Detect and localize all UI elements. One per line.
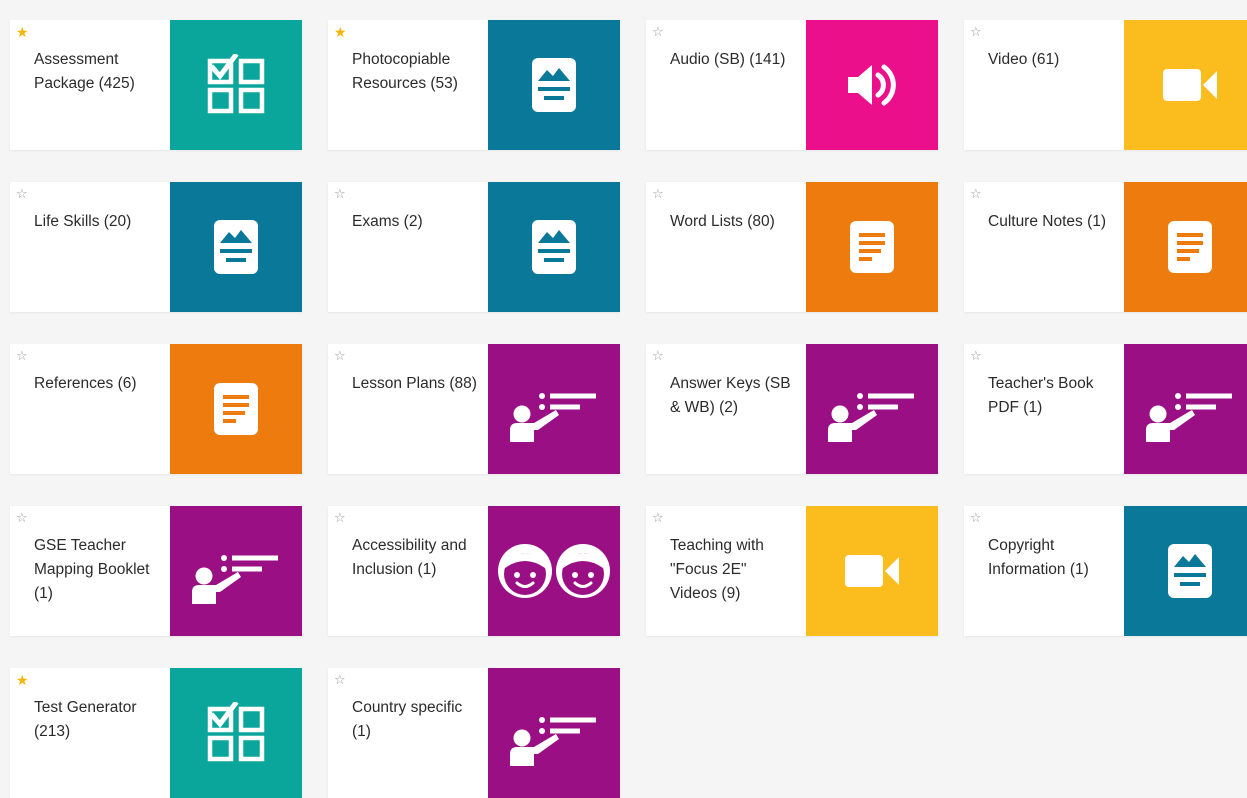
resource-tile[interactable] bbox=[488, 344, 620, 474]
video-camera-icon bbox=[1161, 66, 1219, 104]
video-camera-icon bbox=[843, 552, 901, 590]
resource-card-title: Audio (SB) (141) bbox=[670, 51, 786, 68]
star-outline-icon[interactable]: ☆ bbox=[652, 348, 664, 364]
resource-card-title: Teacher's Book PDF (1) bbox=[988, 375, 1094, 416]
resource-tile[interactable] bbox=[170, 20, 302, 150]
resource-tile[interactable] bbox=[170, 344, 302, 474]
resource-card-title: Accessibility and Inclusion (1) bbox=[352, 537, 467, 578]
resource-card-teaching-with-focus-2e-videos-9[interactable]: ☆ Teaching with "Focus 2E" Videos (9) bbox=[646, 506, 938, 636]
resource-tile[interactable] bbox=[170, 668, 302, 798]
resource-tile[interactable] bbox=[1124, 506, 1247, 636]
resource-card-test-generator-213[interactable]: ★ Test Generator (213) bbox=[10, 668, 302, 798]
star-filled-icon[interactable]: ★ bbox=[16, 24, 29, 40]
resource-card-references-6[interactable]: ☆ References (6) bbox=[10, 344, 302, 474]
resource-card-answer-keys-sb-wb-2[interactable]: ☆ Answer Keys (SB & WB) (2) bbox=[646, 344, 938, 474]
resource-tile[interactable] bbox=[488, 182, 620, 312]
resource-card-video-61[interactable]: ☆ Video (61) bbox=[964, 20, 1247, 150]
resource-card-title: Country specific (1) bbox=[352, 699, 463, 740]
resource-card-title: References (6) bbox=[34, 375, 137, 392]
text-document-icon bbox=[1166, 219, 1214, 275]
resource-card-copyright-information-1[interactable]: ☆ Copyright Information (1) bbox=[964, 506, 1247, 636]
resource-grid: ★ Assessment Package (425) ★ Photocopiable … bbox=[0, 0, 1247, 798]
resource-tile[interactable] bbox=[806, 344, 938, 474]
resource-tile[interactable] bbox=[806, 506, 938, 636]
resource-card-assessment-package-425[interactable]: ★ Assessment Package (425) bbox=[10, 20, 302, 150]
resource-tile[interactable] bbox=[806, 20, 938, 150]
image-document-icon bbox=[1166, 542, 1214, 600]
star-outline-icon[interactable]: ☆ bbox=[970, 348, 982, 364]
teacher-icon bbox=[822, 374, 922, 444]
text-document-icon bbox=[848, 219, 896, 275]
image-document-icon bbox=[530, 56, 578, 114]
resource-card-title: Answer Keys (SB & WB) (2) bbox=[670, 375, 791, 416]
star-outline-icon[interactable]: ☆ bbox=[16, 510, 28, 526]
star-outline-icon[interactable]: ☆ bbox=[652, 186, 664, 202]
resource-card-teacher-s-book-pdf-1[interactable]: ☆ Teacher's Book PDF (1) bbox=[964, 344, 1247, 474]
resource-tile[interactable] bbox=[170, 506, 302, 636]
star-outline-icon[interactable]: ☆ bbox=[16, 186, 28, 202]
speaker-icon bbox=[844, 61, 900, 109]
teacher-icon bbox=[1140, 374, 1240, 444]
resource-tile[interactable] bbox=[488, 668, 620, 798]
star-outline-icon[interactable]: ☆ bbox=[970, 510, 982, 526]
resource-tile[interactable] bbox=[170, 182, 302, 312]
resource-card-title: Word Lists (80) bbox=[670, 213, 775, 230]
star-outline-icon[interactable]: ☆ bbox=[16, 348, 28, 364]
teacher-icon bbox=[186, 536, 286, 606]
star-filled-icon[interactable]: ★ bbox=[334, 24, 347, 40]
resource-card-title: Exams (2) bbox=[352, 213, 423, 230]
resource-tile[interactable] bbox=[1124, 20, 1247, 150]
faces-icon bbox=[496, 542, 612, 600]
resource-card-word-lists-80[interactable]: ☆ Word Lists (80) bbox=[646, 182, 938, 312]
resource-card-title: Assessment Package (425) bbox=[34, 51, 135, 92]
teacher-icon bbox=[504, 374, 604, 444]
resource-tile[interactable] bbox=[488, 506, 620, 636]
resource-card-title: Photocopiable Resources (53) bbox=[352, 51, 458, 92]
resource-card-title: GSE Teacher Mapping Booklet (1) bbox=[34, 537, 150, 602]
resource-card-title: Lesson Plans (88) bbox=[352, 375, 477, 392]
resource-tile[interactable] bbox=[1124, 344, 1247, 474]
star-outline-icon[interactable]: ☆ bbox=[334, 348, 346, 364]
resource-card-gse-teacher-mapping-booklet-1[interactable]: ☆ GSE Teacher Mapping Booklet (1) bbox=[10, 506, 302, 636]
resource-tile[interactable] bbox=[488, 20, 620, 150]
resource-card-country-specific-1[interactable]: ☆ Country specific (1) bbox=[328, 668, 620, 798]
resource-card-lesson-plans-88[interactable]: ☆ Lesson Plans (88) bbox=[328, 344, 620, 474]
resource-card-culture-notes-1[interactable]: ☆ Culture Notes (1) bbox=[964, 182, 1247, 312]
star-outline-icon[interactable]: ☆ bbox=[970, 24, 982, 40]
resource-card-title: Copyright Information (1) bbox=[988, 537, 1089, 578]
resource-card-photocopiable-resources-53[interactable]: ★ Photocopiable Resources (53) bbox=[328, 20, 620, 150]
star-outline-icon[interactable]: ☆ bbox=[334, 186, 346, 202]
resource-card-accessibility-and-inclusion-1[interactable]: ☆ Accessibility and Inclusion (1) bbox=[328, 506, 620, 636]
resource-card-audio-sb-141[interactable]: ☆ Audio (SB) (141) bbox=[646, 20, 938, 150]
star-outline-icon[interactable]: ☆ bbox=[334, 672, 346, 688]
image-document-icon bbox=[530, 218, 578, 276]
star-outline-icon[interactable]: ☆ bbox=[970, 186, 982, 202]
resource-card-exams-2[interactable]: ☆ Exams (2) bbox=[328, 182, 620, 312]
checklist-grid-icon bbox=[205, 54, 267, 116]
teacher-icon bbox=[504, 698, 604, 768]
resource-card-title: Culture Notes (1) bbox=[988, 213, 1107, 230]
text-document-icon bbox=[212, 381, 260, 437]
resource-tile[interactable] bbox=[1124, 182, 1247, 312]
resource-card-title: Life Skills (20) bbox=[34, 213, 132, 230]
resource-card-title: Video (61) bbox=[988, 51, 1060, 68]
resource-card-life-skills-20[interactable]: ☆ Life Skills (20) bbox=[10, 182, 302, 312]
star-outline-icon[interactable]: ☆ bbox=[652, 24, 664, 40]
resource-card-title: Test Generator (213) bbox=[34, 699, 137, 740]
image-document-icon bbox=[212, 218, 260, 276]
star-outline-icon[interactable]: ☆ bbox=[652, 510, 664, 526]
star-filled-icon[interactable]: ★ bbox=[16, 672, 29, 688]
resource-tile[interactable] bbox=[806, 182, 938, 312]
resource-card-title: Teaching with "Focus 2E" Videos (9) bbox=[670, 537, 764, 602]
star-outline-icon[interactable]: ☆ bbox=[334, 510, 346, 526]
checklist-grid-icon bbox=[205, 702, 267, 764]
